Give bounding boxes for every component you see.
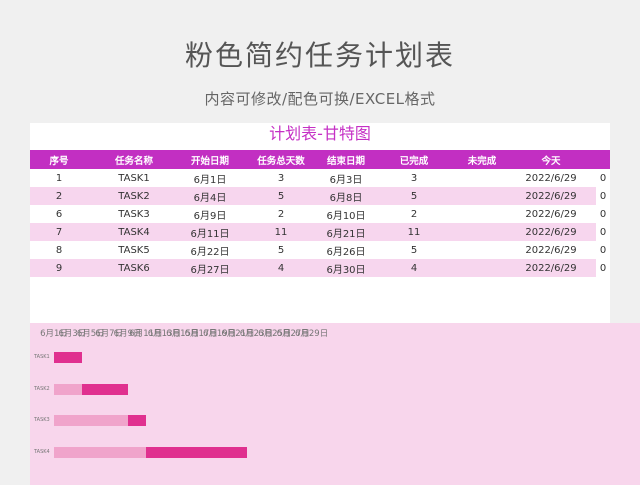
- cell-undone[interactable]: [458, 223, 506, 241]
- cell-start[interactable]: 6月1日: [180, 169, 240, 187]
- cell-extra[interactable]: 0: [596, 241, 610, 259]
- task-label: TASK4: [34, 448, 50, 455]
- plan-sheet: 计划表-甘特图 序号 任务名称 开始日期 任务总天数 结束日期 已完成 未完成 …: [30, 123, 610, 323]
- cell-today[interactable]: 2022/6/29: [506, 187, 596, 205]
- column-header[interactable]: 开始日期: [180, 150, 240, 169]
- cell-undone[interactable]: [458, 241, 506, 259]
- cell-end[interactable]: 6月10日: [322, 205, 370, 223]
- task-label: TASK3: [34, 417, 50, 423]
- table-row: 8 TASK5 6月22日 5 6月26日 5 2022/6/29 0: [30, 241, 610, 259]
- cell-days[interactable]: 11: [240, 223, 322, 241]
- table-header-row: 序号 任务名称 开始日期 任务总天数 结束日期 已完成 未完成 今天: [30, 150, 610, 169]
- gantt-offset-bar: [54, 446, 146, 458]
- gantt-task-bar: [127, 415, 146, 426]
- cell-name[interactable]: TASK5: [88, 241, 180, 259]
- cell-extra[interactable]: 0: [596, 223, 610, 241]
- cell-name[interactable]: TASK3: [88, 205, 180, 223]
- column-header[interactable]: 结束日期: [322, 150, 370, 169]
- column-header[interactable]: 已完成: [370, 150, 458, 169]
- cell-undone[interactable]: [458, 205, 506, 223]
- gantt-offset-bar: [54, 383, 82, 395]
- cell-undone[interactable]: [458, 259, 506, 277]
- column-header[interactable]: 未完成: [458, 150, 506, 169]
- cell-days[interactable]: 4: [240, 259, 322, 277]
- cell-days[interactable]: 2: [240, 205, 322, 223]
- cell-no[interactable]: 1: [30, 169, 88, 187]
- cell-extra[interactable]: 0: [596, 259, 610, 277]
- cell-days[interactable]: 5: [240, 241, 322, 259]
- table-row: 6 TASK3 6月9日 2 6月10日 2 2022/6/29 0: [30, 205, 610, 223]
- gantt-task-bar: [81, 383, 128, 395]
- cell-undone[interactable]: [458, 169, 506, 187]
- cell-extra[interactable]: 0: [596, 205, 610, 223]
- cell-done[interactable]: 5: [370, 187, 458, 205]
- page-subtitle: 内容可修改/配色可换/EXCEL格式: [204, 90, 436, 108]
- cell-done[interactable]: 11: [370, 223, 458, 241]
- cell-today[interactable]: 2022/6/29: [506, 259, 596, 277]
- column-header[interactable]: 序号: [30, 150, 88, 169]
- cell-end[interactable]: 6月26日: [322, 241, 370, 259]
- gantt-task-bar: [146, 446, 248, 458]
- cell-no[interactable]: 2: [30, 187, 88, 205]
- cell-today[interactable]: 2022/6/29: [506, 241, 596, 259]
- task-label: TASK2: [34, 385, 50, 392]
- cell-no[interactable]: 8: [30, 241, 88, 259]
- cell-no[interactable]: 6: [30, 205, 88, 223]
- table-row: 2 TASK2 6月4日 5 6月8日 5 2022/6/29 0: [30, 187, 610, 205]
- table-row: 7 TASK4 6月11日 11 6月21日 11 2022/6/29 0: [30, 223, 610, 241]
- table-row: 9 TASK6 6月27日 4 6月30日 4 2022/6/29 0: [30, 259, 610, 277]
- page-title: 粉色简约任务计划表: [184, 39, 455, 72]
- cell-start[interactable]: 6月22日: [180, 241, 240, 259]
- cell-end[interactable]: 6月3日: [322, 169, 370, 187]
- cell-end[interactable]: 6月21日: [322, 223, 370, 241]
- cell-done[interactable]: 3: [370, 169, 458, 187]
- task-label: TASK1: [34, 354, 50, 360]
- gantt-offset-bar: [54, 415, 128, 426]
- cell-name[interactable]: TASK6: [88, 259, 180, 277]
- x-tick-label: 6月29日: [294, 329, 329, 339]
- table-row: 1 TASK1 6月1日 3 6月3日 3 2022/6/29 0: [30, 169, 610, 187]
- cell-start[interactable]: 6月9日: [180, 205, 240, 223]
- cell-start[interactable]: 6月11日: [180, 223, 240, 241]
- cell-done[interactable]: 4: [370, 259, 458, 277]
- cell-extra[interactable]: 0: [596, 169, 610, 187]
- cell-name[interactable]: TASK1: [88, 169, 180, 187]
- cell-days[interactable]: 5: [240, 187, 322, 205]
- cell-name[interactable]: TASK2: [88, 187, 180, 205]
- cell-extra[interactable]: 0: [596, 187, 610, 205]
- cell-end[interactable]: 6月30日: [322, 259, 370, 277]
- cell-done[interactable]: 5: [370, 241, 458, 259]
- plan-table: 序号 任务名称 开始日期 任务总天数 结束日期 已完成 未完成 今天 1 TASK…: [30, 150, 610, 277]
- cell-days[interactable]: 3: [240, 169, 322, 187]
- cell-today[interactable]: 2022/6/29: [506, 223, 596, 241]
- gantt-task-bar: [54, 352, 82, 363]
- cell-undone[interactable]: [458, 187, 506, 205]
- sheet-title: 计划表-甘特图: [269, 124, 371, 143]
- cell-done[interactable]: 2: [370, 205, 458, 223]
- cell-name[interactable]: TASK4: [88, 223, 180, 241]
- column-header[interactable]: [596, 150, 610, 169]
- column-header[interactable]: 任务名称: [88, 150, 180, 169]
- gantt-chart: 6月1日 6月3日 6月5日 6月7日 6月9日 6月11日 6月13日 6月15日 6月17日…: [30, 323, 640, 485]
- cell-today[interactable]: 2022/6/29: [506, 205, 596, 223]
- column-header[interactable]: 任务总天数: [240, 150, 322, 169]
- cell-start[interactable]: 6月4日: [180, 187, 240, 205]
- cell-start[interactable]: 6月27日: [180, 259, 240, 277]
- cell-end[interactable]: 6月8日: [322, 187, 370, 205]
- cell-today[interactable]: 2022/6/29: [506, 169, 596, 187]
- cell-no[interactable]: 9: [30, 259, 88, 277]
- column-header[interactable]: 今天: [506, 150, 596, 169]
- cell-no[interactable]: 7: [30, 223, 88, 241]
